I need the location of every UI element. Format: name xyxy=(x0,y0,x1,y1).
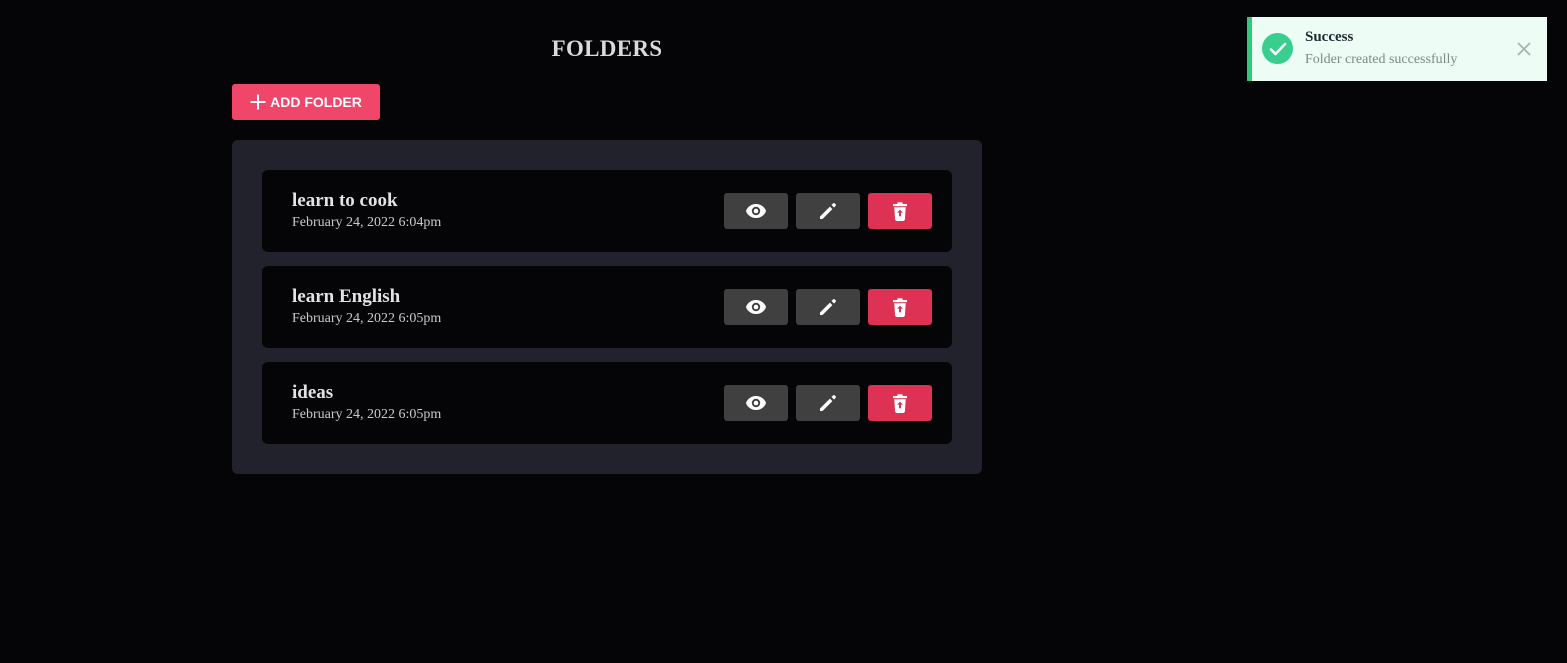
folders-panel: learn to cook February 24, 2022 6:04pm l… xyxy=(232,140,982,474)
pencil-icon xyxy=(818,201,838,221)
view-folder-button[interactable] xyxy=(724,289,788,325)
page-title: FOLDERS xyxy=(551,36,663,61)
edit-folder-button[interactable] xyxy=(796,193,860,229)
folder-actions xyxy=(724,289,932,325)
pencil-icon xyxy=(818,393,838,413)
folder-date: February 24, 2022 6:04pm xyxy=(292,215,442,230)
view-folder-button[interactable] xyxy=(724,385,788,421)
success-toast: Success Folder created successfully xyxy=(1247,17,1547,81)
folder-name: ideas xyxy=(292,382,334,403)
add-folder-button[interactable]: ADD FOLDER xyxy=(232,84,380,120)
folder-date: February 24, 2022 6:05pm xyxy=(292,311,442,326)
edit-folder-button[interactable] xyxy=(796,385,860,421)
page: FOLDERS ADD FOLDER learn to cook Februar… xyxy=(0,0,1567,663)
eye-icon xyxy=(745,203,767,219)
folder-actions xyxy=(724,385,932,421)
view-folder-button[interactable] xyxy=(724,193,788,229)
folder-name: learn to cook xyxy=(292,190,398,211)
folder-date: February 24, 2022 6:05pm xyxy=(292,407,442,422)
plus-icon xyxy=(250,94,266,110)
trash-icon xyxy=(892,297,908,317)
delete-folder-button[interactable] xyxy=(868,385,932,421)
eye-icon xyxy=(745,299,767,315)
folder-card: learn English February 24, 2022 6:05pm xyxy=(262,266,952,348)
edit-folder-button[interactable] xyxy=(796,289,860,325)
close-icon[interactable] xyxy=(1517,42,1531,56)
check-icon xyxy=(1262,33,1293,64)
folder-card: ideas February 24, 2022 6:05pm xyxy=(262,362,952,444)
folder-card: learn to cook February 24, 2022 6:04pm xyxy=(262,170,952,252)
toast-title: Success xyxy=(1305,29,1354,45)
pencil-icon xyxy=(818,297,838,317)
trash-icon xyxy=(892,201,908,221)
folder-actions xyxy=(724,193,932,229)
delete-folder-button[interactable] xyxy=(868,289,932,325)
eye-icon xyxy=(745,395,767,411)
add-folder-label: ADD FOLDER xyxy=(270,94,362,110)
folder-name: learn English xyxy=(292,286,401,307)
trash-icon xyxy=(892,393,908,413)
delete-folder-button[interactable] xyxy=(868,193,932,229)
toast-message: Folder created successfully xyxy=(1305,52,1458,67)
